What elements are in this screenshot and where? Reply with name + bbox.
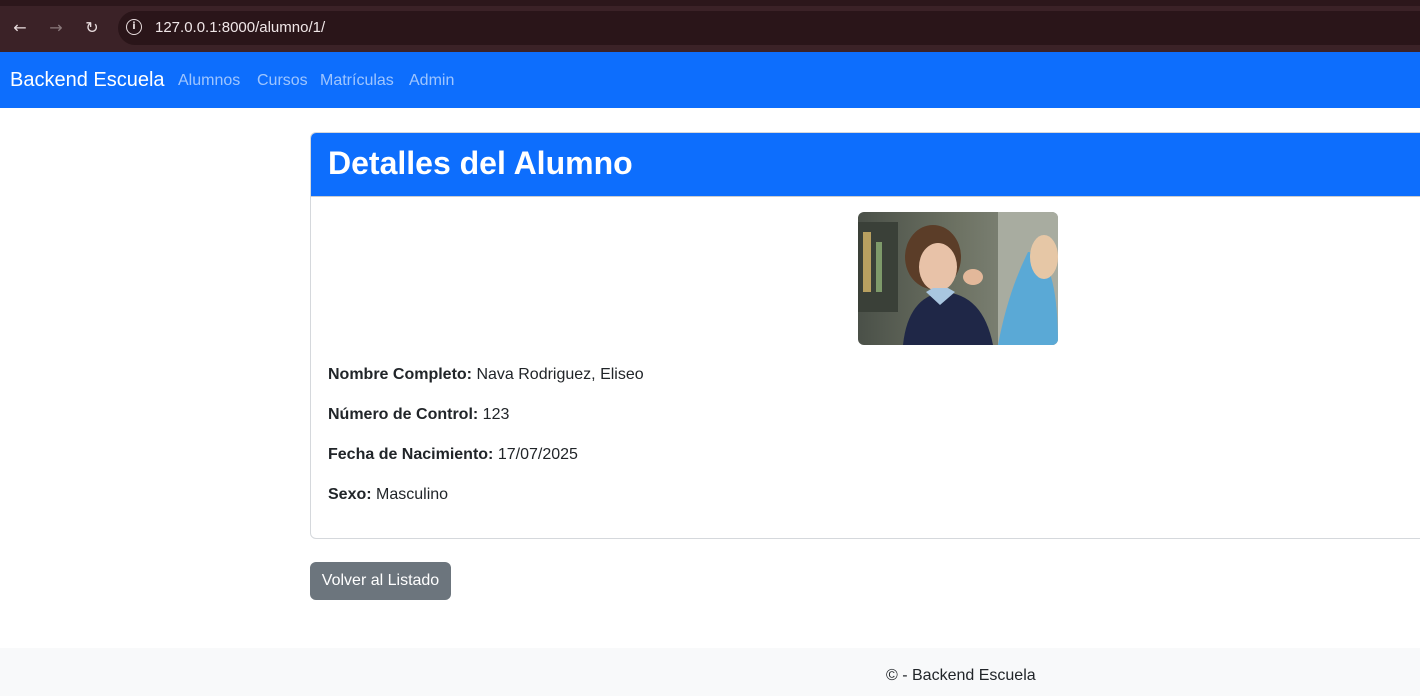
forward-arrow-icon[interactable]: → xyxy=(43,14,69,40)
navbar-brand[interactable]: Backend Escuela xyxy=(10,69,165,92)
field-label: Sexo: xyxy=(328,486,372,503)
page-title: Detalles del Alumno xyxy=(328,145,633,181)
field-numero-control: Número de Control: 123 xyxy=(328,406,509,424)
footer-text: © - Backend Escuela xyxy=(886,667,1036,684)
app-navbar: Backend Escuela Alumnos Cursos Matrícula… xyxy=(0,52,1420,108)
field-sexo: Sexo: Masculino xyxy=(328,486,448,504)
url-text[interactable]: 127.0.0.1:8000/alumno/1/ xyxy=(155,19,325,36)
field-label: Número de Control: xyxy=(328,406,479,423)
field-label: Fecha de Nacimiento: xyxy=(328,446,494,463)
student-detail-card: Detalles del Alumno Nombre Completo: Nav… xyxy=(310,132,1420,539)
browser-toolbar: ← → ↻ i 127.0.0.1:8000/alumno/1/ xyxy=(0,0,1420,52)
address-bar[interactable]: i 127.0.0.1:8000/alumno/1/ xyxy=(118,11,1420,45)
nav-link-alumnos[interactable]: Alumnos xyxy=(178,72,240,90)
site-info-icon[interactable]: i xyxy=(126,19,142,35)
field-value: Masculino xyxy=(376,486,449,503)
tab-strip xyxy=(0,0,1420,6)
field-value: 17/07/2025 xyxy=(497,446,578,463)
field-fecha-nacimiento: Fecha de Nacimiento: 17/07/2025 xyxy=(328,446,578,464)
back-to-list-button[interactable]: Volver al Listado xyxy=(310,562,451,600)
nav-link-admin[interactable]: Admin xyxy=(409,72,454,90)
student-photo xyxy=(858,212,1058,345)
reload-icon[interactable]: ↻ xyxy=(79,14,105,40)
card-header: Detalles del Alumno xyxy=(311,133,1420,197)
back-arrow-icon[interactable]: ← xyxy=(7,14,33,40)
page-footer: © - Backend Escuela xyxy=(0,648,1420,696)
field-value: Nava Rodriguez, Eliseo xyxy=(476,366,644,383)
nav-link-matriculas[interactable]: Matrículas xyxy=(320,72,394,90)
field-label: Nombre Completo: xyxy=(328,366,472,383)
field-value: 123 xyxy=(482,406,510,423)
field-nombre-completo: Nombre Completo: Nava Rodriguez, Eliseo xyxy=(328,366,644,384)
nav-link-cursos[interactable]: Cursos xyxy=(257,72,308,90)
student-photo-image xyxy=(858,212,1058,345)
